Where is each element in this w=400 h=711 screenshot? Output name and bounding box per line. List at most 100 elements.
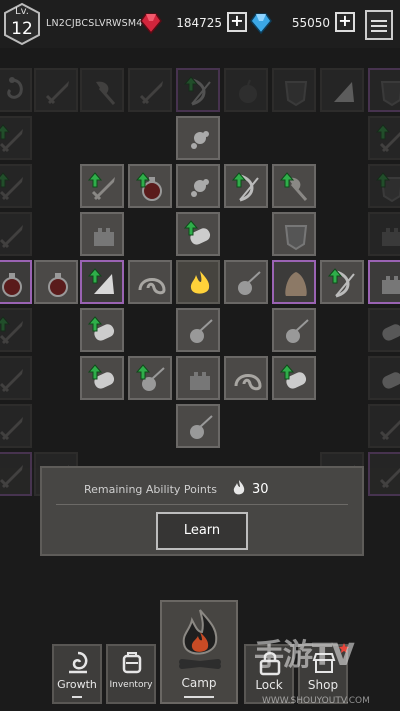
menu-button[interactable] [365,10,393,40]
nav-inventory-tab[interactable]: Inventory [106,644,156,704]
skill-node-scroll[interactable] [80,308,124,352]
skill-tree-board[interactable] [0,48,400,496]
sword-icon [0,417,23,441]
ability-points-panel: Remaining Ability Points 30 Learn [40,466,364,556]
orb-icon [190,415,213,439]
skill-node-bone[interactable] [176,164,220,208]
nav-lock-label: Lock [255,678,283,692]
skill-node-sword[interactable] [0,308,32,352]
nav-growth-label: Growth [57,678,97,691]
skill-node-sword[interactable] [0,164,32,208]
skill-node-shield[interactable] [272,212,316,256]
skill-node-orb[interactable] [176,308,220,352]
skill-node-bow[interactable] [224,164,268,208]
upgrade-arrow-icon [184,220,198,236]
skill-node-scroll[interactable] [368,356,400,400]
skill-node-sword[interactable] [368,404,400,448]
skill-node-flame[interactable] [176,260,220,304]
skill-node-sword[interactable] [80,164,124,208]
skill-node-tri[interactable] [320,68,364,112]
bone-icon [191,131,209,149]
skill-node-sword[interactable] [0,404,32,448]
skill-node-castle[interactable] [80,212,124,256]
shield-icon [284,225,308,251]
skill-node-tri[interactable] [80,260,124,304]
skill-node-castle[interactable] [368,260,400,304]
remaining-points-value: 30 [252,482,269,497]
castle-icon [190,372,210,390]
learn-button[interactable]: Learn [156,512,248,550]
skill-node-orb[interactable] [272,308,316,352]
growth-active-underline [72,696,82,698]
scroll-icon [382,324,400,341]
add-red-gem-button[interactable]: + [227,12,247,32]
skill-node-bow[interactable] [176,68,220,112]
sword-icon [45,81,69,105]
potion-icon [2,273,22,297]
watermark-url: WWW.SHOUYOUTV.COM [262,696,370,706]
upgrade-arrow-icon [136,364,150,380]
skill-node-scroll[interactable] [80,356,124,400]
upgrade-arrow-icon [328,268,342,284]
upgrade-arrow-icon [88,268,102,284]
skill-node-bone[interactable] [176,116,220,160]
skill-node-axe[interactable] [80,68,124,112]
skill-node-sword[interactable] [368,116,400,160]
skill-node-shield[interactable] [368,164,400,208]
nav-camp-tab[interactable]: Camp [160,600,238,704]
skill-node-sword[interactable] [0,212,32,256]
skill-node-shell[interactable] [224,356,268,400]
skill-node-castle[interactable] [368,212,400,256]
level-value: 12 [11,19,33,39]
sword-icon [0,369,23,393]
skill-node-hood[interactable] [272,260,316,304]
skill-node-bow[interactable] [320,260,364,304]
skill-node-shield[interactable] [272,68,316,112]
skill-node-castle[interactable] [176,356,220,400]
player-id: LN2CJBCSLVRWSM4 [46,18,143,29]
sword-icon [379,420,400,441]
tri-icon [334,82,354,102]
skill-node-shield[interactable] [368,68,400,112]
upgrade-arrow-icon [0,316,10,332]
skill-node-shell[interactable] [128,260,172,304]
upgrade-arrow-icon [280,364,294,380]
skill-node-potion[interactable] [34,260,78,304]
flame-icon [190,271,210,294]
upgrade-arrow-icon [88,172,102,188]
apple-icon [239,79,257,103]
skill-node-swirl[interactable] [0,68,32,112]
skill-node-sword[interactable] [368,452,400,496]
skill-node-sword[interactable] [0,452,32,496]
blue-gem-icon [250,13,272,34]
skill-node-orb[interactable] [128,356,172,400]
add-blue-gem-button[interactable]: + [335,12,355,32]
sword-icon [139,81,163,105]
skill-node-apple[interactable] [224,68,268,112]
skill-node-sword[interactable] [128,68,172,112]
skill-node-axe[interactable] [272,164,316,208]
shell-icon [234,374,262,391]
sword-icon [0,465,23,489]
skill-node-sword[interactable] [0,116,32,160]
shell-icon [138,278,166,295]
nav-camp-label: Camp [181,676,217,690]
red-gem-amount: 184725 [176,16,222,30]
skill-node-potion[interactable] [0,260,32,304]
campfire-icon [179,609,221,669]
upgrade-arrow-icon [0,172,10,188]
skill-node-orb[interactable] [224,260,268,304]
skill-node-scroll[interactable] [176,212,220,256]
upgrade-arrow-icon [184,76,198,92]
nav-growth-tab[interactable]: Growth [52,644,102,704]
skill-node-sword[interactable] [0,356,32,400]
skill-node-sword[interactable] [34,68,78,112]
skill-node-scroll[interactable] [272,356,316,400]
upgrade-arrow-icon [376,124,390,140]
skill-node-scroll[interactable] [368,308,400,352]
skill-node-potion[interactable] [128,164,172,208]
orb-icon [238,271,261,295]
skill-node-orb[interactable] [176,404,220,448]
scroll-icon [382,372,400,389]
bone-icon [191,179,209,197]
